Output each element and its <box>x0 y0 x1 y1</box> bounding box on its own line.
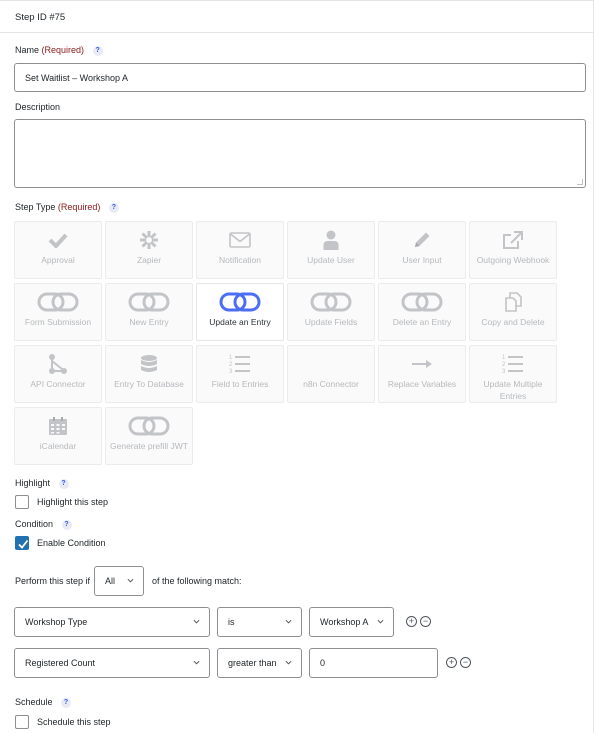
description-label: Description <box>15 102 61 112</box>
user-icon <box>288 229 374 251</box>
name-input[interactable]: Set Waitlist – Workshop A <box>14 63 586 92</box>
condition-label: Condition ? <box>15 519 72 530</box>
step-type-zapier[interactable]: Zapier <box>105 221 193 279</box>
help-icon[interactable]: ? <box>61 519 72 530</box>
rule-value-input[interactable]: 0 <box>309 648 438 678</box>
rule-field-select[interactable]: Workshop Type <box>14 607 210 637</box>
copy-icon <box>470 291 556 313</box>
step-type-user-input[interactable]: User Input <box>378 221 466 279</box>
required-marker: (Required) <box>41 45 85 55</box>
step-type-outgoing-webhook[interactable]: Outgoing Webhook <box>469 221 557 279</box>
remove-rule-button[interactable]: − <box>420 616 431 627</box>
step-settings-panel: Step ID #75 Name (Required) ? Set Waitli… <box>0 0 594 733</box>
svg-text:1: 1 <box>502 355 506 361</box>
link-icon <box>379 291 465 313</box>
highlight-checkbox-label[interactable]: Highlight this step <box>37 497 108 507</box>
link-icon <box>106 291 192 313</box>
rule-operator-select[interactable]: greater than <box>217 648 302 678</box>
rule-value-select[interactable]: Workshop A <box>309 607 394 637</box>
step-type-label: Step Type (Required) ? <box>15 202 119 213</box>
step-type-generate-prefill-jwt[interactable]: Generate prefill JWT <box>105 407 193 465</box>
chevron-down-icon <box>285 619 292 624</box>
step-type-update-fields[interactable]: Update Fields <box>287 283 375 341</box>
step-type-field-to-entries[interactable]: 123 Field to Entries <box>196 345 284 403</box>
step-type-new-entry[interactable]: New Entry <box>105 283 193 341</box>
enable-condition-checkbox[interactable] <box>15 536 29 550</box>
highlight-label: Highlight ? <box>15 478 69 489</box>
schedule-checkbox-label[interactable]: Schedule this step <box>37 717 111 727</box>
link-icon <box>197 291 283 313</box>
step-type-api-connector[interactable]: API Connector <box>14 345 102 403</box>
step-type-form-submission[interactable]: Form Submission <box>14 283 102 341</box>
connector-icon <box>15 353 101 375</box>
step-type-update-an-entry[interactable]: Update an Entry <box>196 283 284 341</box>
chevron-down-icon <box>377 619 384 624</box>
rule-operator-select[interactable]: is <box>217 607 302 637</box>
step-type-entry-to-database[interactable]: Entry To Database <box>105 345 193 403</box>
step-type-update-multiple-entries[interactable]: 123 Update Multiple Entries <box>469 345 557 403</box>
required-marker: (Required) <box>57 202 101 212</box>
schedule-checkbox[interactable] <box>15 715 29 729</box>
svg-text:3: 3 <box>229 369 233 375</box>
help-icon[interactable]: ? <box>58 478 69 489</box>
step-type-notification[interactable]: Notification <box>196 221 284 279</box>
name-input-value: Set Waitlist – Workshop A <box>25 72 129 83</box>
svg-text:1: 1 <box>229 355 233 361</box>
rule-field-select[interactable]: Registered Count <box>14 648 210 678</box>
envelope-icon <box>197 229 283 251</box>
link-icon <box>15 291 101 313</box>
svg-text:2: 2 <box>229 362 233 368</box>
step-type-approval[interactable]: Approval <box>14 221 102 279</box>
svg-text:3: 3 <box>502 369 506 375</box>
chevron-down-icon <box>193 619 200 624</box>
external-link-icon <box>470 229 556 251</box>
step-type-delete-an-entry[interactable]: Delete an Entry <box>378 283 466 341</box>
step-type-copy-and-delete[interactable]: Copy and Delete <box>469 283 557 341</box>
svg-text:2: 2 <box>502 362 506 368</box>
numbered-list-icon: 123 <box>470 353 556 375</box>
link-icon <box>106 415 192 437</box>
step-id-title: Step ID #75 <box>15 12 66 23</box>
checkmark-icon <box>18 539 29 549</box>
step-header: Step ID #75 <box>0 0 594 33</box>
step-type-replace-variables[interactable]: Replace Variables <box>378 345 466 403</box>
help-icon[interactable]: ? <box>92 45 103 56</box>
calendar-icon <box>15 415 101 437</box>
perform-suffix-text: of the following match: <box>152 576 242 586</box>
add-rule-button[interactable]: + <box>446 657 457 668</box>
chevron-down-icon <box>285 660 292 665</box>
link-icon <box>288 291 374 313</box>
remove-rule-button[interactable]: − <box>460 657 471 668</box>
step-type-update-user[interactable]: Update User <box>287 221 375 279</box>
check-icon <box>15 229 101 251</box>
match-type-select[interactable]: All <box>94 566 144 596</box>
resize-grip[interactable] <box>577 179 583 185</box>
add-rule-button[interactable]: + <box>406 616 417 627</box>
name-label: Name (Required) ? <box>15 45 103 56</box>
chevron-down-icon <box>127 578 134 583</box>
numbered-list-icon: 123 <box>197 353 283 375</box>
zapier-icon <box>106 229 192 251</box>
description-textarea[interactable] <box>14 119 586 188</box>
arrow-right-icon <box>379 353 465 375</box>
help-icon[interactable]: ? <box>108 202 119 213</box>
chevron-down-icon <box>193 660 200 665</box>
pencil-icon <box>379 229 465 251</box>
step-type-icalendar[interactable]: iCalendar <box>14 407 102 465</box>
step-type-n8n-connector[interactable]: n8n Connector <box>287 345 375 403</box>
enable-condition-label[interactable]: Enable Condition <box>37 538 106 548</box>
help-icon[interactable]: ? <box>61 697 72 708</box>
highlight-checkbox[interactable] <box>15 495 29 509</box>
database-icon <box>106 353 192 375</box>
perform-prefix-text: Perform this step if <box>15 576 91 586</box>
schedule-label: Schedule ? <box>15 697 72 708</box>
